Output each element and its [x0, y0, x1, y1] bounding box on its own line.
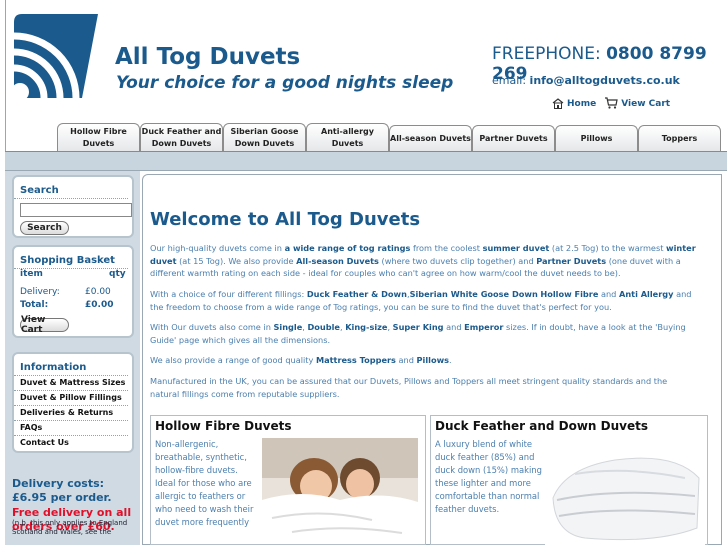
tab-siberian-goose[interactable]: Siberian Goose Down Duvets — [223, 123, 306, 152]
delivery-note: (n.b. this only applies to England Scotl… — [12, 519, 128, 537]
intro-paragraph-1: Our high-quality duvets come in a wide r… — [150, 243, 696, 279]
email-link[interactable]: info@alltogduvets.co.uk — [530, 74, 680, 87]
info-link-deliveries[interactable]: Deliveries & Returns — [14, 406, 128, 421]
search-title: Search — [14, 177, 128, 199]
tab-toppers[interactable]: Toppers — [638, 125, 721, 152]
tab-pillows[interactable]: Pillows — [555, 125, 638, 152]
view-cart-link[interactable]: View Cart — [604, 97, 670, 109]
info-link-faqs[interactable]: FAQs — [14, 421, 128, 436]
delivery-label: Delivery: — [20, 287, 60, 297]
intro-paragraph-5: Manufactured in the UK, you can be assur… — [150, 376, 668, 399]
tab-duck-feather[interactable]: Duck Feather and Down Duvets — [140, 123, 223, 152]
delivery-value: £0.00 — [85, 287, 111, 297]
logo-wave-icon[interactable] — [12, 12, 100, 100]
top-links: Home View Cart — [552, 97, 670, 109]
hollow-fibre-card[interactable]: Hollow Fibre Duvets Non-allergenic, brea… — [150, 415, 426, 545]
tab-anti-allergy[interactable]: Anti-allergy Duvets — [306, 123, 389, 152]
home-link[interactable]: Home — [552, 97, 596, 109]
page-frame-left — [5, 0, 6, 151]
site-title[interactable]: All Tog Duvets — [115, 44, 300, 70]
page-title: Welcome to All Tog Duvets — [150, 209, 421, 230]
basket-qty-header: qty — [109, 269, 126, 279]
search-box: Search Search — [12, 175, 134, 238]
info-link-contact[interactable]: Contact Us — [14, 436, 128, 450]
home-link-label: Home — [567, 99, 597, 109]
folded-duvet-image — [545, 438, 705, 545]
children-in-duvet-image — [262, 438, 418, 541]
card-description: A luxury blend of white duck feather (85… — [435, 439, 542, 515]
search-button[interactable]: Search — [20, 221, 69, 235]
tab-all-season[interactable]: All-season Duvets — [389, 125, 472, 152]
tab-partner[interactable]: Partner Duvets — [472, 125, 555, 152]
intro-paragraph-2: With a choice of four different fillings… — [150, 289, 692, 312]
duck-feather-card[interactable]: Duck Feather and Down Duvets A luxury bl… — [430, 415, 708, 545]
shopping-basket-box: Shopping Basket item qty Delivery: £0.00… — [12, 245, 134, 338]
freephone-label: FREEPHONE: — [492, 44, 601, 64]
tab-hollow-fibre[interactable]: Hollow Fibre Duvets — [57, 123, 140, 152]
intro-paragraph-3: With Our duvets also come in Single, Dou… — [150, 322, 686, 345]
view-cart-button[interactable]: View Cart — [20, 315, 69, 335]
site-tagline: Your choice for a good nights sleep — [116, 73, 454, 93]
basket-item-header: item — [20, 269, 43, 279]
view-cart-label: View Cart — [621, 99, 671, 109]
information-title: Information — [14, 354, 128, 376]
information-box: Information Duvet & Mattress Sizes Duvet… — [12, 352, 134, 453]
category-tabs: Hollow Fibre Duvets Duck Feather and Down … — [57, 123, 721, 152]
info-link-sizes[interactable]: Duvet & Mattress Sizes — [14, 376, 128, 391]
intro-paragraph-4: We also provide a range of good quality … — [150, 355, 452, 365]
info-link-fillings[interactable]: Duvet & Pillow Fillings — [14, 391, 128, 406]
home-icon — [552, 98, 564, 109]
basket-title: Shopping Basket — [14, 247, 128, 269]
card-title[interactable]: Hollow Fibre Duvets — [155, 419, 292, 433]
total-value: £0.00 — [85, 300, 114, 310]
delivery-costs-text: Delivery costs: £6.95 per order. — [12, 477, 112, 505]
tab-bar — [5, 151, 727, 171]
email-label: email: — [492, 74, 527, 87]
search-input[interactable] — [20, 203, 132, 217]
card-description: Non-allergenic, breathable, synthetic, h… — [155, 439, 254, 528]
email: email: info@alltogduvets.co.uk — [492, 74, 680, 87]
total-label: Total: — [20, 300, 49, 310]
cart-icon — [605, 97, 618, 109]
card-title[interactable]: Duck Feather and Down Duvets — [435, 419, 648, 433]
